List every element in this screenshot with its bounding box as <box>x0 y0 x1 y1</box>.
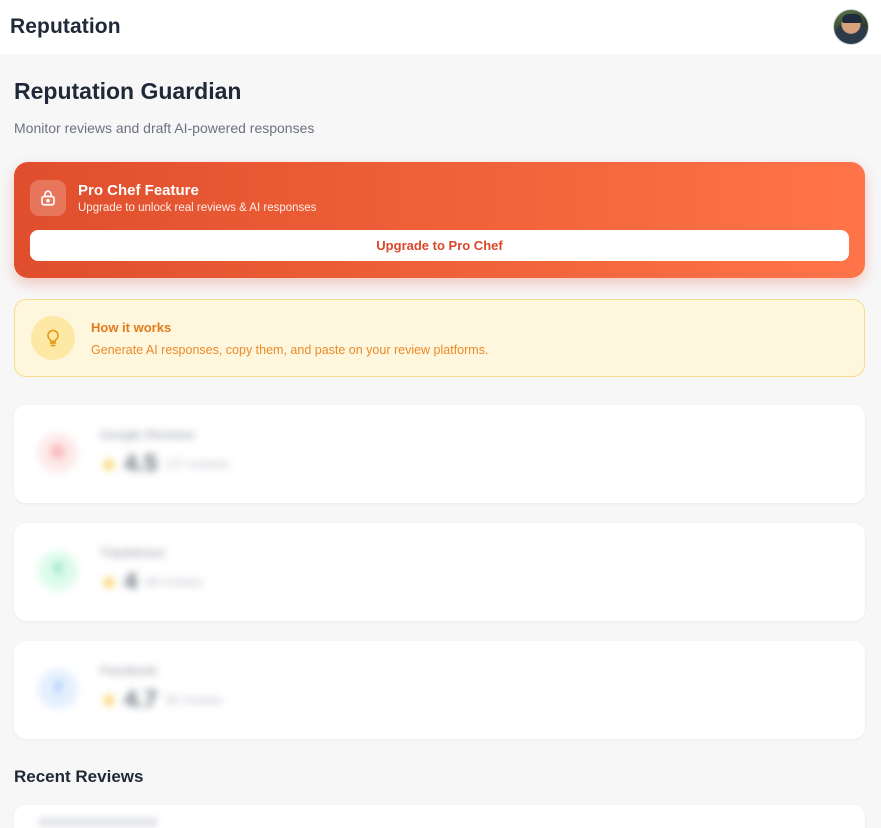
platform-review-count: 127 reviews <box>165 457 230 471</box>
page-subtitle: Monitor reviews and draft AI-powered res… <box>14 120 315 136</box>
google-icon: G <box>38 432 78 473</box>
platform-name: Facebook <box>100 663 158 678</box>
lock-icon <box>30 180 66 216</box>
platform-card-facebook[interactable]: f Facebook ★ 4.7 56 reviews <box>14 641 865 739</box>
platform-name: TripAdvisor <box>100 545 166 560</box>
star-icon: ★ <box>100 689 118 712</box>
tripadvisor-icon: T <box>38 550 78 591</box>
platform-rating: 4 <box>123 568 138 595</box>
pro-feature-title: Pro Chef Feature <box>78 182 199 199</box>
platform-name: Google Reviews <box>100 427 195 442</box>
upgrade-button[interactable]: Upgrade to Pro Chef <box>30 230 849 261</box>
how-it-works-card: How it works Generate AI responses, copy… <box>14 299 865 377</box>
star-icon: ★ <box>100 453 118 476</box>
main-content: Reputation Guardian Monitor reviews and … <box>0 54 881 828</box>
platform-review-count: 89 reviews <box>145 575 203 589</box>
recent-reviews-title: Recent Reviews <box>14 767 144 786</box>
blurred-placeholder <box>38 817 158 827</box>
star-icon: ★ <box>100 571 118 594</box>
recent-review-card[interactable] <box>14 805 865 828</box>
platform-rating: 4.5 <box>123 450 158 477</box>
facebook-icon: f <box>38 668 78 709</box>
pro-feature-banner: Pro Chef Feature Upgrade to unlock real … <box>14 162 865 278</box>
page-title: Reputation Guardian <box>14 78 242 104</box>
top-bar: Reputation <box>0 0 881 54</box>
pro-feature-subtitle: Upgrade to unlock real reviews & AI resp… <box>78 202 317 214</box>
lightbulb-icon <box>31 316 75 360</box>
how-it-works-description: Generate AI responses, copy them, and pa… <box>91 342 489 357</box>
user-avatar[interactable] <box>833 9 869 45</box>
app-title: Reputation <box>10 15 121 38</box>
platform-card-google[interactable]: G Google Reviews ★ 4.5 127 reviews <box>14 405 865 503</box>
platform-card-tripadvisor[interactable]: T TripAdvisor ★ 4 89 reviews <box>14 523 865 621</box>
platform-rating: 4.7 <box>123 686 158 713</box>
how-it-works-title: How it works <box>91 319 172 335</box>
platform-review-count: 56 reviews <box>165 693 223 707</box>
